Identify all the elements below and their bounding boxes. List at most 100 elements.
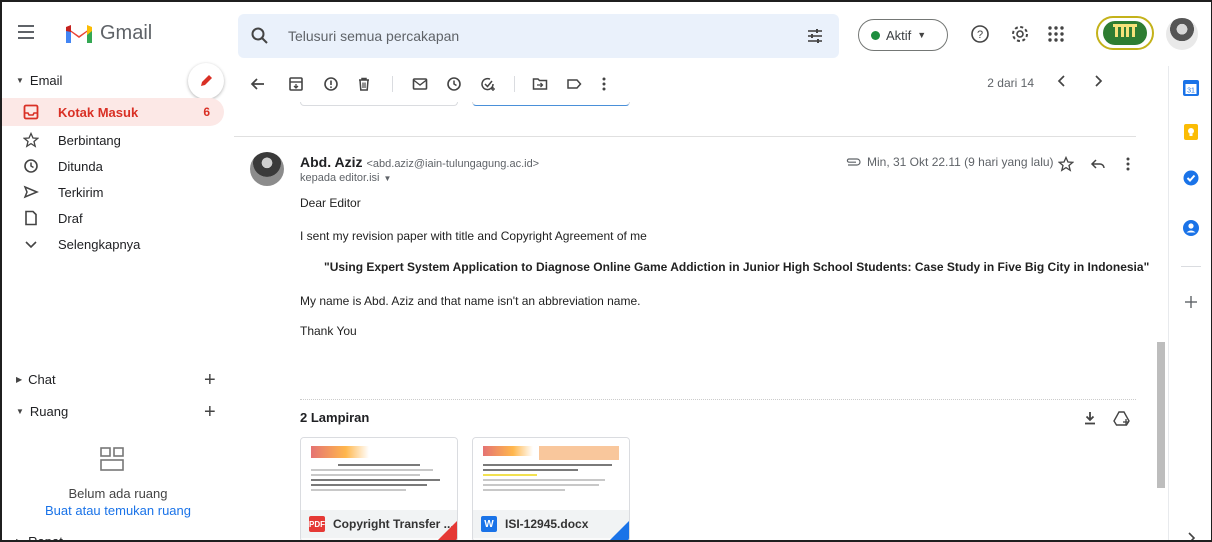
sidebar-item-sent[interactable]: Terkirim [2,178,224,206]
star-icon [22,131,40,149]
attachment-name: ISI-12945.docx [505,517,589,531]
preview-line [483,479,606,481]
mark-unread-mail-icon[interactable] [410,74,430,94]
expand-panel-chevron-icon[interactable] [1181,528,1201,540]
sidebar-item-label: Selengkapnya [58,236,141,252]
find-rooms-link[interactable]: Buat atau temukan ruang [2,503,234,518]
contacts-icon[interactable] [1181,218,1201,238]
main-menu-button[interactable] [15,22,37,44]
help-icon[interactable]: ? [969,23,991,45]
message-toolbar: 2 dari 14 [234,66,1154,102]
sidebar-item-snoozed[interactable]: Ditunda [2,152,224,180]
toolbar-divider [392,76,393,92]
attachment-card-docx[interactable]: W ISI-12945.docx [472,437,630,540]
calendar-icon[interactable]: 31 [1181,78,1201,98]
compose-button[interactable] [188,63,224,99]
sidebar-item-more[interactable]: Selengkapnya [2,230,224,258]
caret-down-icon: ▼ [383,173,392,183]
settings-gear-icon[interactable] [1009,23,1031,45]
search-options-icon[interactable] [805,26,825,46]
new-chat-plus-icon[interactable]: + [204,370,216,390]
snooze-clock-icon[interactable] [444,74,464,94]
unread-count: 6 [203,105,210,119]
paper-title: "Using Expert System Application to Diag… [324,260,1150,274]
search-icon[interactable] [250,26,270,46]
message-scrollbar[interactable] [1154,102,1168,540]
search-bar[interactable]: Telusuri semua percakapan [238,14,839,58]
download-all-icon[interactable] [1080,408,1100,428]
older-chevron-right-icon[interactable] [1088,74,1108,94]
rail-divider [1181,266,1201,267]
delete-trash-icon[interactable] [354,74,374,94]
label-tag-icon[interactable] [564,74,584,94]
recipient-text: kepada editor.isi [300,172,380,184]
attachments-header: 2 Lampiran [300,410,370,425]
journal-logo [311,446,369,458]
organization-logo[interactable] [1096,16,1154,50]
previous-attachment-card[interactable] [472,102,630,106]
message-divider [234,136,1136,137]
preview-header-row [483,446,619,460]
sidebar-item-label: Draf [58,210,83,226]
pdf-corner-fold-icon [437,521,457,540]
draft-icon [22,209,40,227]
back-arrow-icon[interactable] [248,74,268,94]
docx-corner-fold-icon [609,521,629,540]
rooms-section-toggle[interactable]: ▼ Ruang [16,404,68,419]
sidebar-item-label: Terkirim [58,184,104,200]
more-options-vertical-icon[interactable] [594,74,614,94]
top-header: Gmail Telusuri semua percakapan Aktif ▼ … [2,2,1211,66]
account-avatar[interactable] [1166,18,1198,50]
status-dropdown[interactable]: Aktif ▼ [858,19,948,51]
chat-section-toggle[interactable]: ▶ Chat [16,372,56,387]
more-options-vertical-icon[interactable] [1118,154,1138,174]
sender-avatar[interactable] [250,152,284,186]
newer-chevron-left-icon[interactable] [1052,74,1072,94]
sidebar-item-inbox[interactable]: Kotak Masuk 6 [2,98,224,126]
menu-bar [18,25,34,27]
journal-logo [483,446,533,456]
scrollbar-thumb[interactable] [1157,342,1165,488]
archive-icon[interactable] [286,74,306,94]
search-input[interactable]: Telusuri semua percakapan [288,28,459,44]
side-panel-rail: 31 [1168,66,1211,540]
sidebar-item-drafts[interactable]: Draf [2,204,224,232]
reply-arrow-icon[interactable] [1088,154,1108,174]
email-section-label: Email [29,73,63,88]
report-spam-icon[interactable] [321,74,341,94]
preview-line [483,474,538,476]
move-to-folder-icon[interactable] [530,74,550,94]
sender-line: Abd. Aziz <abd.aziz@iain-tulungagung.ac.i… [300,154,539,170]
collapse-triangle-icon: ▼ [16,407,24,416]
recipient-toggle[interactable]: kepada editor.isi ▼ [300,172,391,184]
inbox-icon [22,103,40,121]
keep-notes-icon[interactable] [1181,122,1201,142]
tasks-icon[interactable] [1181,168,1201,188]
previous-attachment-card[interactable] [300,102,458,106]
meet-section-toggle[interactable]: ▶ Rapat [16,534,63,542]
attachment-name-bar: PDF Copyright Transfer ... [301,510,457,538]
pdf-file-icon: PDF [309,516,325,532]
attachment-name-bar: W ISI-12945.docx [473,510,629,538]
email-section-toggle[interactable]: ▼ Email [16,73,62,88]
message-pane: Abd. Aziz <abd.aziz@iain-tulungagung.ac.i… [234,102,1154,540]
rooms-empty-text: Belum ada ruang [68,486,168,501]
star-icon[interactable] [1056,154,1076,174]
preview-line [483,464,613,466]
menu-bar [18,37,34,39]
sender-name[interactable]: Abd. Aziz [300,154,362,170]
sidebar-item-starred[interactable]: Berbintang [2,126,224,154]
attachment-card-pdf[interactable]: PDF Copyright Transfer ... [300,437,458,540]
get-addons-plus-icon[interactable] [1181,292,1201,312]
preview-line [338,464,420,466]
meet-section-label: Rapat [28,534,63,542]
pencil-icon [201,75,212,86]
apps-grid-icon[interactable] [1045,23,1067,45]
body-greeting: Dear Editor [300,196,361,210]
add-to-drive-icon[interactable] [1112,408,1132,428]
add-task-icon[interactable] [478,74,498,94]
gmail-window: Gmail Telusuri semua percakapan Aktif ▼ … [0,0,1212,542]
toolbar-divider [514,76,515,92]
gmail-logo-icon[interactable] [64,21,94,45]
new-room-plus-icon[interactable]: + [204,402,216,422]
